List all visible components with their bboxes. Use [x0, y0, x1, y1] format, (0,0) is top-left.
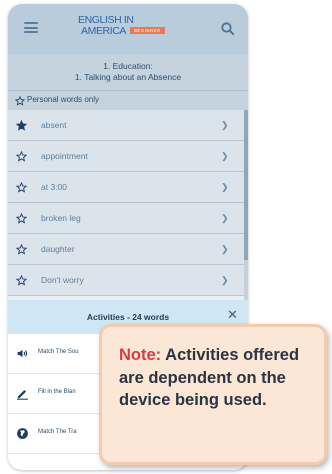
activity-label: Match The Sou [38, 349, 79, 355]
star-outline-icon [15, 96, 25, 106]
word-label: broken leg [41, 213, 81, 223]
lesson-name: 1. Talking about an Absence [74, 72, 182, 82]
star-outline-icon[interactable] [16, 244, 27, 255]
search-icon[interactable] [220, 21, 236, 37]
activity-label: Fill in the Blan [38, 389, 76, 395]
note-callout: Note: Activities offered are dependent o… [99, 324, 327, 465]
word-list: absent ❯ appointment ❯ at 3:00 ❯ broken … [8, 110, 244, 296]
chevron-right-icon: ❯ [221, 182, 229, 192]
star-outline-icon[interactable] [16, 213, 27, 224]
chevron-right-icon: ❯ [221, 213, 229, 223]
activities-title: Activities - 24 words [86, 312, 170, 322]
pencil-icon [17, 389, 28, 400]
chevron-right-icon: ❯ [221, 120, 229, 130]
speaker-icon [17, 349, 28, 358]
app-logo: ENGLISH IN AMERICA BEGINNER [78, 14, 190, 44]
word-label: absent [41, 120, 67, 130]
globe-icon [17, 428, 28, 439]
lesson-title: 1. Education: 1. Talking about an Absenc… [8, 54, 248, 90]
list-item[interactable]: at 3:00 ❯ [8, 172, 244, 203]
word-label: at 3:00 [41, 182, 67, 192]
chevron-right-icon: ❯ [221, 275, 229, 285]
app-header: ENGLISH IN AMERICA BEGINNER [8, 4, 248, 54]
list-item[interactable]: appointment ❯ [8, 141, 244, 172]
chevron-right-icon: ❯ [221, 151, 229, 161]
word-label: daughter [41, 244, 75, 254]
close-icon[interactable]: ✕ [227, 307, 238, 323]
scrollbar-thumb[interactable] [244, 110, 248, 260]
note-prefix: Note: [119, 346, 162, 364]
word-label: appointment [41, 151, 88, 161]
star-outline-icon[interactable] [16, 182, 27, 193]
list-item[interactable]: Don't worry ❯ [8, 265, 244, 296]
menu-icon[interactable] [24, 22, 38, 33]
list-scrollbar[interactable] [244, 110, 248, 300]
lesson-unit: 1. Education: [103, 61, 153, 71]
logo-line-2: AMERICA [81, 25, 127, 37]
list-item[interactable]: daughter ❯ [8, 234, 244, 265]
level-badge: BEGINNER [130, 27, 165, 34]
chevron-right-icon: ❯ [221, 244, 229, 254]
personal-words-label: Personal words only [27, 95, 100, 104]
note-text: Note: Activities offered are dependent o… [119, 344, 324, 412]
list-item[interactable]: broken leg ❯ [8, 203, 244, 234]
star-outline-icon[interactable] [16, 275, 27, 286]
personal-words-filter[interactable]: Personal words only [8, 90, 248, 110]
list-item[interactable]: absent ❯ [8, 110, 244, 141]
activity-label: Match The Tra [38, 429, 77, 435]
star-filled-icon[interactable] [16, 120, 27, 131]
word-label: Don't worry [41, 275, 84, 285]
star-outline-icon[interactable] [16, 151, 27, 162]
